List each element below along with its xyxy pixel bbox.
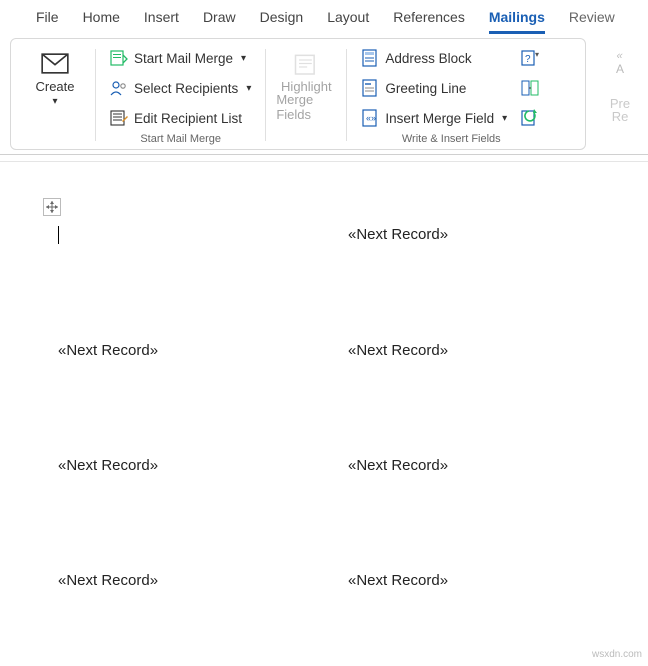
label-cell[interactable]: «Next Record» — [348, 457, 638, 474]
chevron-down-icon: ▾ — [52, 96, 57, 107]
tab-home[interactable]: Home — [71, 0, 132, 34]
tab-file[interactable]: File — [24, 0, 71, 34]
table-move-handle[interactable] — [43, 198, 61, 216]
labels-grid: «Next Record» «Next Record» «Next Record… — [58, 226, 638, 589]
label-cell[interactable]: «Next Record» — [348, 226, 638, 244]
separator — [265, 49, 266, 141]
merge-field-icon: «» — [361, 109, 379, 127]
envelope-icon — [41, 53, 69, 75]
ribbon-tabs: File Home Insert Draw Design Layout Refe… — [0, 0, 648, 34]
svg-text:«»: «» — [366, 113, 376, 123]
label-cell[interactable]: «Next Record» — [348, 572, 638, 589]
svg-text:?: ? — [525, 54, 531, 65]
address-block-label: Address Block — [385, 51, 471, 66]
document-area: «Next Record» «Next Record» «Next Record… — [0, 161, 648, 666]
separator — [95, 49, 96, 141]
chevron-down-icon: ▾ — [241, 53, 246, 64]
tab-draw[interactable]: Draw — [191, 0, 248, 34]
select-recipients-label: Select Recipients — [134, 81, 238, 96]
match-fields-button[interactable] — [517, 75, 543, 101]
label-cell[interactable] — [58, 226, 348, 244]
chevron-down-icon: ▾ — [246, 83, 251, 94]
address-block-icon — [361, 49, 379, 67]
tab-insert[interactable]: Insert — [132, 0, 191, 34]
group-start-mail-merge: Start Mail Merge ▾ Select Recipients ▾ E… — [100, 45, 261, 145]
highlight-icon — [292, 53, 320, 75]
edit-list-icon — [110, 109, 128, 127]
group-highlight: Highlight Merge Fields — [270, 45, 342, 145]
label-cell[interactable]: «Next Record» — [58, 457, 348, 474]
label-cell[interactable]: «Next Record» — [58, 572, 348, 589]
label-cell[interactable]: «Next Record» — [348, 342, 638, 359]
select-recipients-button[interactable]: Select Recipients ▾ — [106, 75, 255, 101]
edit-recipient-list-button[interactable]: Edit Recipient List — [106, 105, 255, 131]
insert-merge-field-label: Insert Merge Field — [385, 111, 494, 126]
preview-a: A — [616, 62, 624, 76]
start-mail-merge-label: Start Mail Merge — [134, 51, 233, 66]
chevron-down-icon: ▾ — [502, 113, 507, 124]
create-label: Create — [35, 79, 74, 94]
insert-merge-field-button[interactable]: «» Insert Merge Field ▾ — [357, 105, 511, 131]
group-write-insert-label: Write & Insert Fields — [402, 133, 501, 145]
highlight-label-2: Merge Fields — [276, 92, 336, 122]
mail-merge-icon — [110, 49, 128, 67]
separator — [346, 49, 347, 141]
create-button[interactable]: Create ▾ — [25, 45, 85, 107]
tab-mailings[interactable]: Mailings — [477, 0, 557, 34]
group-write-insert: Address Block Greeting Line «» Insert Me… — [351, 45, 551, 145]
tab-review[interactable]: Review — [557, 0, 627, 34]
tab-layout[interactable]: Layout — [315, 0, 381, 34]
preview-results-button: Pre Re — [598, 88, 642, 124]
recipients-icon — [110, 79, 128, 97]
greeting-line-button[interactable]: Greeting Line — [357, 75, 511, 101]
update-labels-button[interactable] — [517, 105, 543, 131]
group-create: Create ▾ — [19, 45, 91, 145]
group-preview: « A Pre Re — [590, 38, 642, 150]
text-cursor — [58, 226, 59, 244]
greeting-line-label: Greeting Line — [385, 81, 466, 96]
edit-recipient-list-label: Edit Recipient List — [134, 111, 242, 126]
tab-references[interactable]: References — [381, 0, 477, 34]
tab-design[interactable]: Design — [248, 0, 316, 34]
watermark: wsxdn.com — [592, 649, 642, 660]
ribbon: Create ▾ Start Mail Merge ▾ — [0, 34, 648, 155]
svg-text:▾: ▾ — [535, 50, 539, 59]
group-start-mail-merge-label: Start Mail Merge — [140, 133, 221, 145]
rules-button[interactable]: ?▾ — [517, 45, 543, 71]
label-cell[interactable]: «Next Record» — [58, 342, 348, 359]
greeting-line-icon — [361, 79, 379, 97]
document-page[interactable]: «Next Record» «Next Record» «Next Record… — [14, 162, 648, 666]
highlight-merge-fields-button: Highlight Merge Fields — [276, 45, 336, 122]
start-mail-merge-button[interactable]: Start Mail Merge ▾ — [106, 45, 255, 71]
address-block-button[interactable]: Address Block — [357, 45, 511, 71]
preview-label-2: Re — [612, 109, 629, 124]
